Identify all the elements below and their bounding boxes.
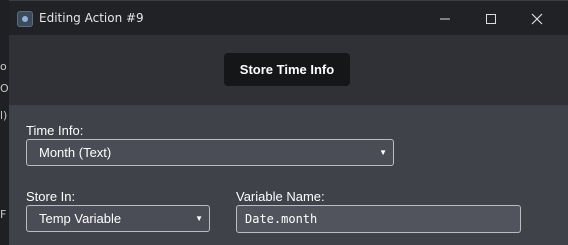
- variable-name-label: Variable Name:: [236, 189, 325, 204]
- editing-action-window: o O l) F Editing Action #9 Store Time In…: [0, 0, 568, 245]
- close-button[interactable]: [514, 1, 560, 36]
- background-app-edge: o O l) F: [0, 0, 9, 245]
- minimize-button[interactable]: [422, 1, 468, 36]
- form-area: Time Info: Month (Text) ▼ Store In: Temp…: [9, 105, 568, 245]
- minimize-icon: [440, 18, 450, 20]
- window-title: Editing Action #9: [39, 11, 144, 25]
- time-info-select[interactable]: Month (Text) ▼: [26, 139, 394, 166]
- dropdown-arrow-icon: ▼: [379, 148, 387, 157]
- dropdown-arrow-icon: ▼: [195, 214, 203, 223]
- store-time-info-button[interactable]: Store Time Info: [224, 53, 350, 86]
- background-text-fragment: F: [0, 208, 7, 221]
- background-text-fragment: l): [0, 109, 8, 122]
- background-text-fragment: O: [0, 82, 9, 95]
- time-info-value: Month (Text): [39, 145, 112, 160]
- action-header: Store Time Info: [9, 35, 568, 105]
- store-in-label: Store In:: [26, 189, 76, 204]
- background-text-fragment: o: [0, 60, 7, 73]
- store-in-select[interactable]: Temp Variable ▼: [26, 205, 210, 232]
- maximize-button[interactable]: [468, 1, 514, 36]
- maximize-icon: [486, 14, 496, 24]
- store-in-value: Temp Variable: [39, 211, 122, 226]
- time-info-label: Time Info:: [26, 123, 84, 138]
- title-bar[interactable]: Editing Action #9: [9, 0, 568, 35]
- variable-name-input[interactable]: Date.month: [236, 205, 521, 233]
- app-icon: [17, 11, 33, 27]
- close-icon: [531, 13, 543, 25]
